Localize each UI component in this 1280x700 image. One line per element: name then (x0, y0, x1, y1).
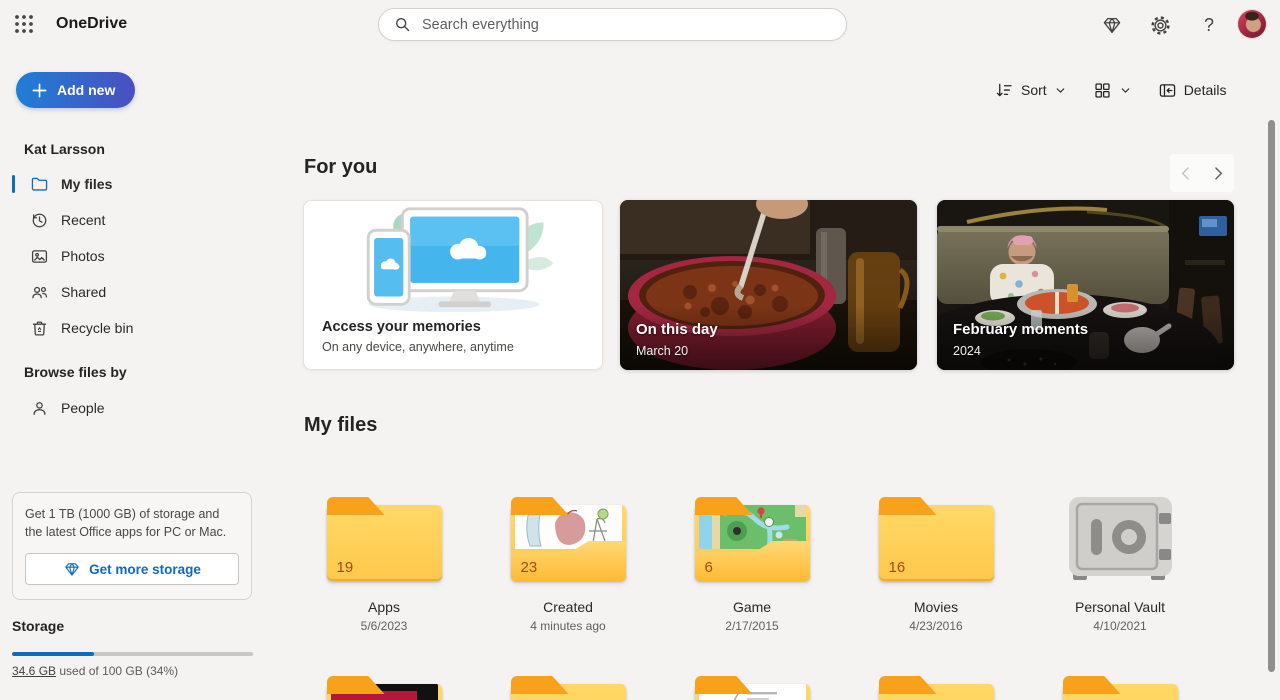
recycle-bin-icon (30, 319, 49, 338)
plus-icon (32, 83, 47, 98)
folder-item-count: 23 (521, 559, 538, 576)
file-tile-partial-3 (660, 676, 844, 700)
person-icon (30, 399, 49, 418)
folder-icon[interactable] (1063, 676, 1178, 700)
folder-item-count: 19 (337, 559, 354, 576)
chevron-down-icon (1054, 84, 1067, 97)
sidebar-item-recent[interactable]: Recent (0, 202, 260, 238)
vault-safe-icon[interactable] (1063, 495, 1178, 581)
for-you-card-access-memories[interactable]: Access your memories On any device, anyw… (303, 200, 603, 370)
get-more-storage-button[interactable]: Get more storage (25, 553, 239, 585)
sidebar-item-my-files[interactable]: My files (0, 166, 260, 202)
folder-icon[interactable] (511, 676, 626, 700)
card-subtitle: 2024 (953, 344, 981, 358)
browse-files-by-heading: Browse files by (24, 364, 127, 380)
folder-icon[interactable] (327, 676, 442, 700)
folder-date: 2/17/2015 (660, 619, 844, 633)
photos-icon (30, 247, 49, 266)
folder-date: 4/10/2021 (1028, 619, 1212, 633)
sidebar: Add new Kat Larsson My files Recent (0, 48, 260, 700)
grid-view-icon (1093, 81, 1112, 100)
selected-indicator (12, 175, 15, 193)
view-toolbar: Sort (995, 78, 1226, 102)
storage-heading: Storage (12, 618, 64, 634)
app-title: OneDrive (56, 0, 127, 48)
premium-diamond-icon[interactable] (1100, 13, 1124, 37)
file-tile-partial-2 (476, 676, 660, 700)
add-new-button[interactable]: Add new (16, 72, 135, 108)
folder-item-count: 16 (889, 559, 906, 576)
sort-icon (995, 81, 1014, 100)
file-tile-partial-5 (1028, 676, 1212, 700)
view-switcher-button[interactable] (1093, 81, 1132, 100)
people-icon (30, 283, 49, 302)
devices-cloud-illustration (304, 201, 603, 316)
file-tile-partial-4 (844, 676, 1028, 700)
card-title: Access your memories (322, 319, 481, 335)
main-content: Sort (260, 48, 1280, 700)
sidebar-item-photos[interactable]: Photos (0, 238, 260, 274)
file-tile-game: 6 Game 2/17/2015 (660, 497, 844, 633)
my-files-heading: My files (304, 414, 377, 437)
sidebar-nav: My files Recent Photos (0, 166, 260, 346)
storage-promo-card: Get 1 TB (1000 GB) of storage and the la… (12, 492, 252, 600)
sidebar-item-recycle-bin[interactable]: Recycle bin (0, 310, 260, 346)
for-you-heading: For you (304, 156, 377, 179)
history-icon (30, 211, 49, 230)
user-name: Kat Larsson (24, 141, 105, 157)
file-tile-partial-1 (292, 676, 476, 700)
card-subtitle: March 20 (636, 344, 688, 358)
folder-icon-movies[interactable]: 16 (879, 497, 994, 581)
folder-name[interactable]: Apps (292, 599, 476, 615)
chevron-down-icon (1119, 84, 1132, 97)
file-tile-created: 23 Created 4 minutes ago (476, 497, 660, 633)
folder-icon-created[interactable]: 23 (511, 497, 626, 581)
carousel-prev-button[interactable] (1173, 160, 1199, 186)
folder-name[interactable]: Movies (844, 599, 1028, 615)
february-moments-photo (937, 200, 1234, 370)
folder-name[interactable]: Personal Vault (1028, 599, 1212, 615)
app-launcher-icon[interactable] (13, 13, 35, 35)
folder-item-count: 6 (705, 559, 713, 576)
folder-icon[interactable] (879, 676, 994, 700)
folder-date: 5/6/2023 (292, 619, 476, 633)
avatar[interactable] (1238, 10, 1266, 38)
premium-diamond-icon (63, 560, 81, 578)
folder-date: 4/23/2016 (844, 619, 1028, 633)
folder-name[interactable]: Game (660, 599, 844, 615)
storage-progress-bar (12, 652, 253, 656)
carousel-next-button[interactable] (1205, 160, 1231, 186)
scrollbar-thumb[interactable] (1268, 120, 1275, 672)
sort-button[interactable]: Sort (995, 81, 1067, 100)
folder-date: 4 minutes ago (476, 619, 660, 633)
details-button[interactable]: Details (1158, 81, 1227, 100)
file-tile-movies: 16 Movies 4/23/2016 (844, 497, 1028, 633)
settings-gear-icon[interactable] (1148, 13, 1172, 37)
storage-usage-text: 34.6 GB used of 100 GB (34%) (12, 664, 178, 678)
for-you-carousel-controls (1170, 154, 1234, 192)
folder-name[interactable]: Created (476, 599, 660, 615)
for-you-card-on-this-day[interactable]: On this day March 20 (620, 200, 917, 370)
card-title: February moments (953, 321, 1088, 338)
file-tile-personal-vault: Personal Vault 4/10/2021 (1028, 495, 1212, 633)
folder-icon[interactable] (695, 676, 810, 700)
file-tile-apps: 19 Apps 5/6/2023 (292, 497, 476, 633)
card-title: On this day (636, 321, 718, 338)
storage-progress-fill (12, 652, 94, 656)
sidebar-item-people[interactable]: People (0, 390, 260, 426)
card-subtitle: On any device, anywhere, anytime (322, 340, 514, 354)
storage-used-link[interactable]: 34.6 GB (12, 664, 56, 678)
details-pane-icon (1158, 81, 1177, 100)
top-bar: OneDrive ? (0, 0, 1280, 48)
search-bar[interactable] (378, 8, 847, 41)
search-input[interactable] (422, 17, 834, 33)
search-icon (393, 15, 412, 34)
folder-icon-game[interactable]: 6 (695, 497, 810, 581)
help-icon[interactable]: ? (1197, 13, 1221, 37)
promo-text: Get 1 TB (1000 GB) of storage and the la… (25, 505, 239, 541)
for-you-card-february-moments[interactable]: February moments 2024 (937, 200, 1234, 370)
folder-icon (30, 175, 49, 194)
folder-icon-apps[interactable]: 19 (327, 497, 442, 581)
sidebar-item-shared[interactable]: Shared (0, 274, 260, 310)
